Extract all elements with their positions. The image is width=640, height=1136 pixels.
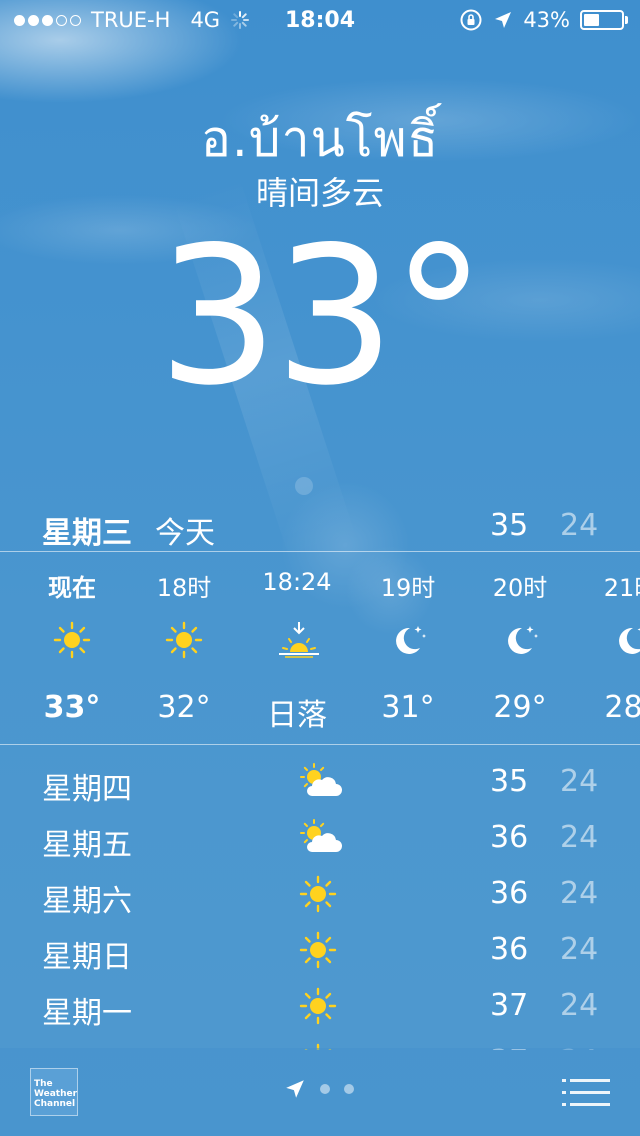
page-dot[interactable] [344, 1084, 354, 1094]
day-name: 星期日 [42, 940, 132, 975]
daily-row: 星期日 36 24 [0, 920, 640, 976]
day-low: 24 [560, 876, 599, 911]
location-arrow-icon [495, 12, 512, 28]
degree-symbol: ° [391, 206, 486, 427]
moon-stars-icon [500, 620, 540, 660]
activity-spinner-icon [231, 11, 250, 29]
partly-cloudy-icon [298, 762, 342, 802]
day-name: 星期五 [42, 828, 132, 863]
today-label: 今天 [155, 516, 215, 551]
hour-time: 现在 [48, 574, 96, 602]
hour-time: 18时 [156, 574, 212, 602]
daily-row: 星期一 37 24 [0, 976, 640, 1032]
sun-icon [52, 620, 92, 660]
current-temperature-value: 33 [157, 206, 396, 427]
network-type: 4G [190, 8, 221, 32]
weather-channel-logo[interactable]: The Weather Channel [30, 1068, 78, 1116]
daily-row: 星期五 36 24 [0, 808, 640, 864]
day-low: 24 [560, 820, 599, 855]
today-day: 星期三 [42, 516, 132, 551]
hour-time: 18:24 [262, 568, 332, 596]
hour-temp: 29° [493, 690, 547, 725]
sun-icon [298, 874, 342, 914]
bottom-toolbar: The Weather Channel [0, 1048, 640, 1136]
logo-text-line: Channel [34, 1099, 76, 1109]
sun-icon [164, 620, 204, 660]
today-high: 35 [490, 508, 529, 543]
page-dot[interactable] [320, 1084, 330, 1094]
rotation-lock-icon [460, 9, 482, 31]
day-low: 24 [560, 988, 599, 1023]
location-arrow-icon [286, 1080, 304, 1098]
moon-stars-icon [388, 620, 428, 660]
status-bar: TRUE-H 4G 18:04 43% [0, 0, 640, 40]
battery-percentage: 43% [523, 8, 570, 32]
hour-temp: 日落 [267, 698, 327, 733]
daily-row: 星期四 35 24 [0, 752, 640, 808]
sunset-icon [277, 620, 319, 660]
hour-temp: 31° [381, 690, 435, 725]
day-name: 星期四 [42, 772, 132, 807]
logo-text-line: The [34, 1079, 53, 1089]
current-temperature: 33° [0, 222, 640, 412]
day-low: 24 [560, 932, 599, 967]
day-high: 36 [490, 932, 529, 967]
lens-flare [295, 477, 313, 495]
hour-time: 19时 [380, 574, 436, 602]
hourly-forecast[interactable]: 现在 33° 18时 32° 18:24 日落 19时 31° 20时 29° … [0, 552, 640, 744]
hour-temp: 32° [157, 690, 211, 725]
hour-time: 21时 [603, 574, 640, 602]
hour-temp: 33° [43, 690, 101, 725]
hour-time: 20时 [492, 574, 548, 602]
day-high: 35 [490, 764, 529, 799]
day-high: 37 [490, 988, 529, 1023]
daily-row: 星期六 36 24 [0, 864, 640, 920]
list-icon[interactable] [562, 1076, 610, 1110]
status-time: 18:04 [284, 7, 356, 33]
daily-forecast[interactable]: 星期四 35 24 星期五 36 24 星期六 36 24 星期日 36 24 … [0, 750, 640, 1050]
divider [0, 744, 640, 745]
today-summary-row: 星期三 今天 35 24 [0, 500, 640, 551]
partly-cloudy-icon [298, 818, 342, 858]
carrier-name: TRUE-H [91, 8, 171, 32]
signal-strength-icon [14, 14, 81, 26]
battery-icon [580, 10, 628, 30]
day-high: 36 [490, 820, 529, 855]
day-high: 36 [490, 876, 529, 911]
hour-temp: 28° [604, 690, 640, 725]
today-low: 24 [560, 508, 599, 543]
logo-text-line: Weather [34, 1089, 78, 1099]
day-low: 24 [560, 764, 599, 799]
moon-stars-icon [611, 620, 640, 660]
day-name: 星期六 [42, 884, 132, 919]
page-indicator[interactable] [284, 1078, 354, 1100]
day-name: 星期一 [42, 996, 132, 1031]
sun-icon [298, 930, 342, 970]
sun-icon [298, 986, 342, 1026]
